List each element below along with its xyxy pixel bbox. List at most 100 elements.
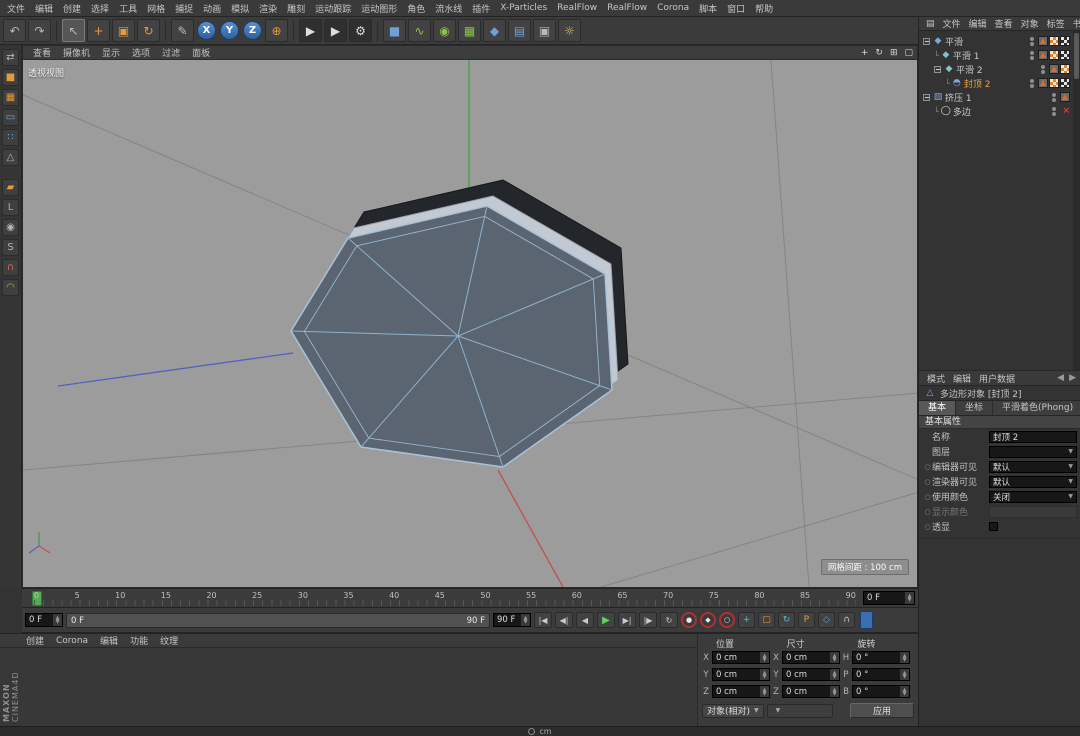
texture-tag-icon[interactable]: [1049, 78, 1059, 88]
phong-tag-icon[interactable]: [1049, 64, 1059, 74]
ruler-frame-field[interactable]: 0 F▲▼: [863, 591, 915, 605]
menubar-item[interactable]: 窗口: [722, 2, 750, 15]
tab-basic[interactable]: 基本: [919, 401, 956, 415]
mat-menu-item[interactable]: 创建: [20, 634, 50, 647]
model-mode-button[interactable]: ■: [2, 69, 19, 86]
menubar-item[interactable]: RealFlow: [552, 3, 602, 13]
render-picture-viewer-button[interactable]: ▶: [324, 19, 347, 42]
keyframe-circle-icon[interactable]: ○: [923, 463, 932, 471]
mat-menu-item[interactable]: 编辑: [94, 634, 124, 647]
visibility-dots[interactable]: [1041, 65, 1045, 74]
menubar-item[interactable]: 流水线: [430, 2, 467, 15]
size-mode-dropdown[interactable]: ▼: [767, 704, 833, 718]
object-row[interactable]: ◆ 平滑: [919, 34, 1080, 48]
autokey-button[interactable]: ○: [719, 612, 735, 628]
move-tool-button[interactable]: +: [87, 19, 110, 42]
tab-coordinates[interactable]: 坐标: [956, 401, 993, 415]
x-axis-lock-button[interactable]: X: [197, 21, 216, 40]
rotation-b-field[interactable]: 0 °▲▼: [852, 685, 910, 698]
stepper-arrows-icon[interactable]: ▲▼: [900, 669, 909, 680]
history-forward-icon[interactable]: ▶: [1069, 373, 1076, 383]
z-axis-lock-button[interactable]: Z: [243, 21, 262, 40]
preview-range-slider[interactable]: 0 F 90 F: [66, 613, 490, 628]
phong-tag-icon[interactable]: [1060, 92, 1070, 102]
viewport-menu-item[interactable]: 显示: [96, 46, 126, 59]
render-settings-button[interactable]: ⚙: [349, 19, 372, 42]
object-row[interactable]: └ ◆ 平滑 1: [919, 48, 1080, 62]
editor-visibility-dropdown[interactable]: 默认▼: [989, 461, 1077, 473]
viewport-menu-item[interactable]: 选项: [126, 46, 156, 59]
use-color-dropdown[interactable]: 关闭▼: [989, 491, 1077, 503]
points-mode-button[interactable]: ∷: [2, 129, 19, 146]
texture-tag-icon[interactable]: [1049, 50, 1059, 60]
texture-tag-icon[interactable]: [1049, 36, 1059, 46]
visibility-dots[interactable]: [1030, 51, 1034, 60]
menubar-item[interactable]: 网格: [142, 2, 170, 15]
attr-menu-item[interactable]: 模式: [923, 372, 949, 385]
attr-menu-item[interactable]: 用户数据: [975, 372, 1019, 385]
object-row[interactable]: ▧ 挤压 1: [919, 90, 1080, 104]
menubar-item[interactable]: 插件: [467, 2, 495, 15]
visibility-dots[interactable]: [1052, 107, 1056, 116]
texture-tag-icon[interactable]: [1060, 36, 1070, 46]
visibility-dots[interactable]: [1052, 93, 1056, 102]
key-position-toggle[interactable]: +: [738, 612, 755, 628]
menubar-item[interactable]: 捕捉: [170, 2, 198, 15]
prev-key-button[interactable]: ◀|: [555, 612, 573, 628]
keyframe-circle-icon[interactable]: ○: [923, 523, 932, 531]
menubar-item[interactable]: 动画: [198, 2, 226, 15]
visibility-dots[interactable]: [1030, 79, 1034, 88]
add-cube-button[interactable]: ■: [383, 19, 406, 42]
om-menu-item[interactable]: 查看: [991, 17, 1017, 30]
expander-icon[interactable]: [934, 66, 941, 73]
enable-axis-button[interactable]: L: [2, 199, 19, 216]
menubar-item[interactable]: 创建: [58, 2, 86, 15]
key-parameter-toggle[interactable]: P: [798, 612, 815, 628]
viewport-solo-button[interactable]: ◉: [2, 219, 19, 236]
menubar-item[interactable]: RealFlow: [602, 3, 652, 13]
make-editable-button[interactable]: ⇄: [2, 49, 19, 66]
keyframe-circle-icon[interactable]: ○: [923, 478, 932, 486]
maximize-view-icon[interactable]: ▢: [904, 48, 913, 58]
menubar-item[interactable]: 运动图形: [356, 2, 402, 15]
render-view-button[interactable]: ▶: [299, 19, 322, 42]
key-pla-toggle[interactable]: ◇: [818, 612, 835, 628]
phong-tag-icon[interactable]: [1038, 36, 1048, 46]
xray-checkbox[interactable]: [989, 522, 998, 531]
next-frame-button[interactable]: ▶|: [618, 612, 636, 628]
menubar-item[interactable]: 工具: [114, 2, 142, 15]
stepper-arrows-icon[interactable]: ▲▼: [760, 669, 769, 680]
object-row[interactable]: ◆ 平滑 2: [919, 62, 1080, 76]
add-light-button[interactable]: ☼: [558, 19, 581, 42]
menubar-item[interactable]: 角色: [402, 2, 430, 15]
viewport-label[interactable]: 透视视图: [28, 66, 64, 79]
object-row-selected[interactable]: └ ◓ 封顶 2: [919, 76, 1080, 90]
add-deformer-button[interactable]: ◆: [483, 19, 506, 42]
rotation-h-field[interactable]: 0 °▲▼: [852, 651, 910, 664]
mat-menu-item[interactable]: 功能: [124, 634, 154, 647]
add-environment-button[interactable]: ▤: [508, 19, 531, 42]
viewport-menu-item[interactable]: 面板: [186, 46, 216, 59]
name-input[interactable]: 封顶 2: [989, 431, 1077, 443]
brush-tool-button[interactable]: ✎: [171, 19, 194, 42]
panel-grid-icon[interactable]: ▤: [922, 19, 939, 29]
timeline-panel-button[interactable]: [860, 611, 873, 629]
menubar-item[interactable]: 雕刻: [282, 2, 310, 15]
undo-button[interactable]: ↶: [3, 19, 26, 42]
scrollbar-thumb[interactable]: [1074, 33, 1079, 79]
position-y-field[interactable]: 0 cm▲▼: [712, 668, 770, 681]
tab-phong[interactable]: 平滑着色(Phong): [993, 401, 1080, 415]
menubar-item[interactable]: 模拟: [226, 2, 254, 15]
layer-dropdown[interactable]: ▼: [989, 446, 1077, 458]
timeline-ruler[interactable]: 051015202530354045505560657075808590 0 F…: [22, 588, 918, 608]
stepper-arrows-icon[interactable]: ▲▼: [900, 686, 909, 697]
lock-workplane-button[interactable]: ◠: [2, 279, 19, 296]
menubar-item[interactable]: 帮助: [750, 2, 778, 15]
play-button[interactable]: ▶: [597, 612, 615, 628]
add-generator-button[interactable]: ◉: [433, 19, 456, 42]
stepper-arrows-icon[interactable]: ▲▼: [53, 614, 62, 626]
size-z-field[interactable]: 0 cm▲▼: [782, 685, 840, 698]
goto-start-button[interactable]: |◀: [534, 612, 552, 628]
add-mograph-button[interactable]: ▦: [458, 19, 481, 42]
live-selection-button[interactable]: ↖: [62, 19, 85, 42]
